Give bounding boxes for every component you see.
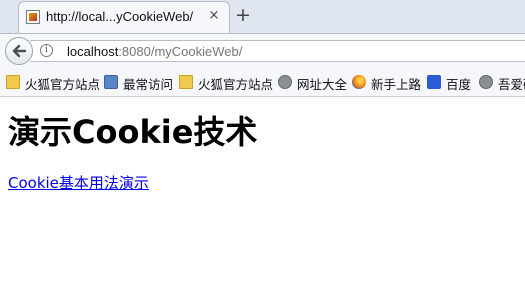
bookmark-item[interactable]: 网址大全 — [278, 74, 348, 92]
page-content: 演示Cookie技术 Cookie基本用法演示 — [0, 97, 525, 299]
page-heading: 演示Cookie技术 — [8, 113, 258, 151]
bookmark-item[interactable]: 吾爱破 — [479, 74, 525, 92]
bookmark-item[interactable]: 火狐官方站点 — [6, 74, 101, 92]
firefox-icon — [352, 75, 366, 89]
tab-title: http://local...yCookieWeb/ — [46, 9, 194, 24]
back-button[interactable] — [5, 37, 33, 65]
url-text[interactable]: localhost:8080/myCookieWeb/ — [67, 44, 242, 59]
bookmark-item[interactable]: 百度 — [427, 74, 472, 92]
bookmark-label: 吾爱破 — [498, 77, 525, 92]
folder-icon — [6, 75, 20, 89]
url-host: localhost — [67, 44, 119, 59]
bookmark-label: 新手上路 — [371, 77, 422, 92]
folder-icon — [179, 75, 193, 89]
bookmark-label: 火狐官方站点 — [198, 77, 274, 92]
cookie-demo-link[interactable]: Cookie基本用法演示 — [8, 172, 149, 193]
bookmark-item[interactable]: 新手上路 — [352, 74, 422, 92]
address-bar[interactable]: i localhost:8080/myCookieWeb/ — [30, 40, 525, 62]
back-arrow-icon — [12, 44, 27, 58]
globe-icon — [479, 75, 493, 89]
globe-icon — [278, 75, 292, 89]
tab-strip: http://local...yCookieWeb/ × + — [0, 0, 525, 33]
bookmark-label: 火狐官方站点 — [25, 77, 101, 92]
bookmarks-toolbar: 火狐官方站点 最常访问 火狐官方站点 网址大全 新手上路 百度 吾爱破 — [0, 67, 525, 97]
most-visited-icon — [104, 75, 118, 89]
bookmark-label: 网址大全 — [297, 77, 348, 92]
bookmark-label: 百度 — [446, 77, 472, 92]
bookmark-item[interactable]: 最常访问 — [104, 74, 174, 92]
bookmark-label: 最常访问 — [123, 77, 174, 92]
baidu-paw-icon — [427, 75, 441, 89]
url-path: :8080/myCookieWeb/ — [118, 44, 243, 59]
page-favicon-icon — [26, 10, 40, 24]
browser-tab[interactable]: http://local...yCookieWeb/ × — [18, 1, 230, 33]
site-info-icon[interactable]: i — [40, 44, 53, 57]
new-tab-button[interactable]: + — [233, 4, 253, 26]
bookmark-item[interactable]: 火狐官方站点 — [179, 74, 274, 92]
close-tab-icon[interactable]: × — [207, 8, 221, 24]
navigation-bar: i localhost:8080/myCookieWeb/ — [0, 33, 525, 67]
